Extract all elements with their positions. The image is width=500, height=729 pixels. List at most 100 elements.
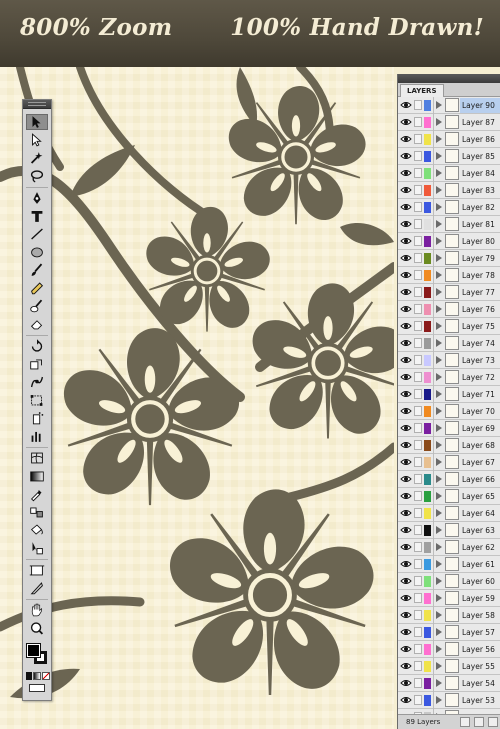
layers-panel-titlebar[interactable] [398, 74, 500, 83]
zoom-tool-button[interactable] [26, 620, 48, 636]
magic-wand-tool-button[interactable] [26, 150, 48, 166]
expand-triangle-icon[interactable] [436, 390, 442, 398]
expand-triangle-icon[interactable] [436, 696, 442, 704]
lock-toggle[interactable] [414, 474, 422, 484]
eye-visibility-icon[interactable] [400, 338, 412, 348]
layer-row[interactable]: Layer 62 [398, 539, 500, 556]
layer-row[interactable]: Layer 57 [398, 624, 500, 641]
lock-toggle[interactable] [414, 508, 422, 518]
line-segment-tool-button[interactable] [26, 226, 48, 242]
lock-toggle[interactable] [414, 219, 422, 229]
expand-triangle-icon[interactable] [436, 611, 442, 619]
layer-row[interactable]: Layer 69 [398, 420, 500, 437]
gradient-tool-button[interactable] [26, 468, 48, 484]
eye-visibility-icon[interactable] [400, 372, 412, 382]
layer-row[interactable]: Layer 87 [398, 114, 500, 131]
lock-toggle[interactable] [414, 525, 422, 535]
eye-visibility-icon[interactable] [400, 236, 412, 246]
lasso-tool-button[interactable] [26, 168, 48, 184]
lock-toggle[interactable] [414, 270, 422, 280]
eye-visibility-icon[interactable] [400, 202, 412, 212]
layer-row[interactable]: Layer 79 [398, 250, 500, 267]
lock-toggle[interactable] [414, 610, 422, 620]
eye-visibility-icon[interactable] [400, 508, 412, 518]
color-mode-buttons[interactable] [26, 672, 50, 680]
lock-toggle[interactable] [414, 151, 422, 161]
eye-visibility-icon[interactable] [400, 440, 412, 450]
lock-toggle[interactable] [414, 576, 422, 586]
lock-toggle[interactable] [414, 406, 422, 416]
layer-row[interactable]: Layer 61 [398, 556, 500, 573]
layer-row[interactable]: Layer 84 [398, 165, 500, 182]
eye-visibility-icon[interactable] [400, 321, 412, 331]
eye-visibility-icon[interactable] [400, 695, 412, 705]
expand-triangle-icon[interactable] [436, 203, 442, 211]
eye-visibility-icon[interactable] [400, 593, 412, 603]
delete-layer-button[interactable] [488, 717, 498, 727]
lock-toggle[interactable] [414, 593, 422, 603]
expand-triangle-icon[interactable] [436, 526, 442, 534]
none-button[interactable] [42, 672, 50, 680]
lock-toggle[interactable] [414, 678, 422, 688]
scale-tool-button[interactable] [26, 356, 48, 372]
lock-toggle[interactable] [414, 236, 422, 246]
live-paint-selection-tool-button[interactable] [26, 540, 48, 556]
layer-row[interactable]: Layer 66 [398, 471, 500, 488]
blob-brush-tool-button[interactable] [26, 298, 48, 314]
hand-tool-button[interactable] [26, 602, 48, 618]
layer-row[interactable]: Layer 85 [398, 148, 500, 165]
live-paint-bucket-tool-button[interactable] [26, 522, 48, 538]
lock-toggle[interactable] [414, 253, 422, 263]
lock-toggle[interactable] [414, 440, 422, 450]
layer-row[interactable]: Layer 59 [398, 590, 500, 607]
expand-triangle-icon[interactable] [436, 356, 442, 364]
expand-triangle-icon[interactable] [436, 152, 442, 160]
layer-row[interactable]: Layer 63 [398, 522, 500, 539]
expand-triangle-icon[interactable] [436, 305, 442, 313]
lock-toggle[interactable] [414, 695, 422, 705]
layer-row[interactable]: Layer 54 [398, 675, 500, 692]
eye-visibility-icon[interactable] [400, 559, 412, 569]
tab-layers[interactable]: LAYERS [400, 84, 444, 97]
warp-tool-button[interactable] [26, 374, 48, 390]
expand-triangle-icon[interactable] [436, 628, 442, 636]
lock-toggle[interactable] [414, 457, 422, 467]
eye-visibility-icon[interactable] [400, 457, 412, 467]
eye-visibility-icon[interactable] [400, 304, 412, 314]
expand-triangle-icon[interactable] [436, 373, 442, 381]
screen-mode-button[interactable] [29, 684, 45, 692]
slice-tool-button[interactable] [26, 580, 48, 596]
expand-triangle-icon[interactable] [436, 509, 442, 517]
expand-triangle-icon[interactable] [436, 662, 442, 670]
lock-toggle[interactable] [414, 117, 422, 127]
new-sublayer-button[interactable] [460, 717, 470, 727]
layer-row[interactable]: Layer 77 [398, 284, 500, 301]
lock-toggle[interactable] [414, 423, 422, 433]
symbol-sprayer-tool-button[interactable] [26, 410, 48, 426]
lock-toggle[interactable] [414, 287, 422, 297]
eye-visibility-icon[interactable] [400, 406, 412, 416]
layer-row[interactable]: Layer 56 [398, 641, 500, 658]
layer-row[interactable]: Layer 70 [398, 403, 500, 420]
eyedropper-tool-button[interactable] [26, 486, 48, 502]
fill-stroke-swatches[interactable] [26, 643, 49, 666]
tools-panel-grip[interactable] [23, 100, 51, 109]
pen-tool-button[interactable] [26, 190, 48, 206]
layer-row[interactable]: Layer 64 [398, 505, 500, 522]
lock-toggle[interactable] [414, 542, 422, 552]
expand-triangle-icon[interactable] [436, 441, 442, 449]
layer-row[interactable]: Layer 67 [398, 454, 500, 471]
column-graph-tool-button[interactable] [26, 428, 48, 444]
expand-triangle-icon[interactable] [436, 288, 442, 296]
eye-visibility-icon[interactable] [400, 185, 412, 195]
lock-toggle[interactable] [414, 491, 422, 501]
expand-triangle-icon[interactable] [436, 492, 442, 500]
eye-visibility-icon[interactable] [400, 389, 412, 399]
pencil-tool-button[interactable] [26, 280, 48, 296]
eye-visibility-icon[interactable] [400, 287, 412, 297]
eye-visibility-icon[interactable] [400, 661, 412, 671]
expand-triangle-icon[interactable] [436, 237, 442, 245]
expand-triangle-icon[interactable] [436, 577, 442, 585]
layer-row[interactable]: Layer 68 [398, 437, 500, 454]
layer-row[interactable]: Layer 78 [398, 267, 500, 284]
